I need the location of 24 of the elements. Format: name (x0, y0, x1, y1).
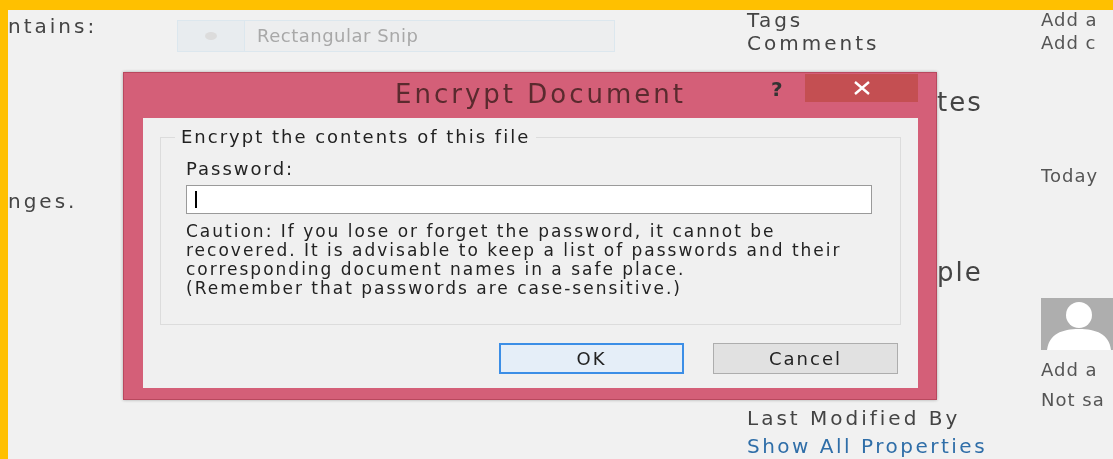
close-icon (852, 81, 871, 95)
dialog-title: Encrypt Document (395, 79, 686, 109)
close-button[interactable] (805, 74, 918, 102)
property-value[interactable]: Not sa (1041, 390, 1105, 410)
ok-button[interactable]: OK (499, 343, 684, 374)
password-field[interactable] (186, 185, 872, 214)
property-value[interactable]: Add a (1041, 10, 1098, 30)
avatar-icon (1041, 298, 1113, 350)
property-label: Tags (747, 10, 804, 30)
property-label: Last Modified By (747, 408, 961, 428)
note-text: (Remember that passwords are case-sensitive.) (186, 279, 682, 298)
label-text: ntains: (8, 16, 98, 36)
section-heading: ple (937, 257, 983, 287)
property-value[interactable]: Add c (1041, 33, 1097, 53)
label-text: nges. (8, 191, 78, 211)
property-value[interactable]: Add a (1041, 360, 1098, 380)
section-heading: tes (937, 87, 983, 117)
property-label: Comments (747, 33, 880, 53)
caution-text: Caution: If you lose or forget the password, it cannot be recovered. It is advisable to keep a list of passwords and their corresponding document names in a safe place. (186, 222, 843, 279)
cancel-button[interactable]: Cancel (713, 343, 898, 374)
property-value[interactable]: Today (1041, 166, 1099, 186)
password-label: Password: (186, 158, 295, 180)
show-all-properties-link[interactable]: Show All Properties (747, 434, 988, 458)
group-label: Encrypt the contents of this file (175, 126, 537, 147)
